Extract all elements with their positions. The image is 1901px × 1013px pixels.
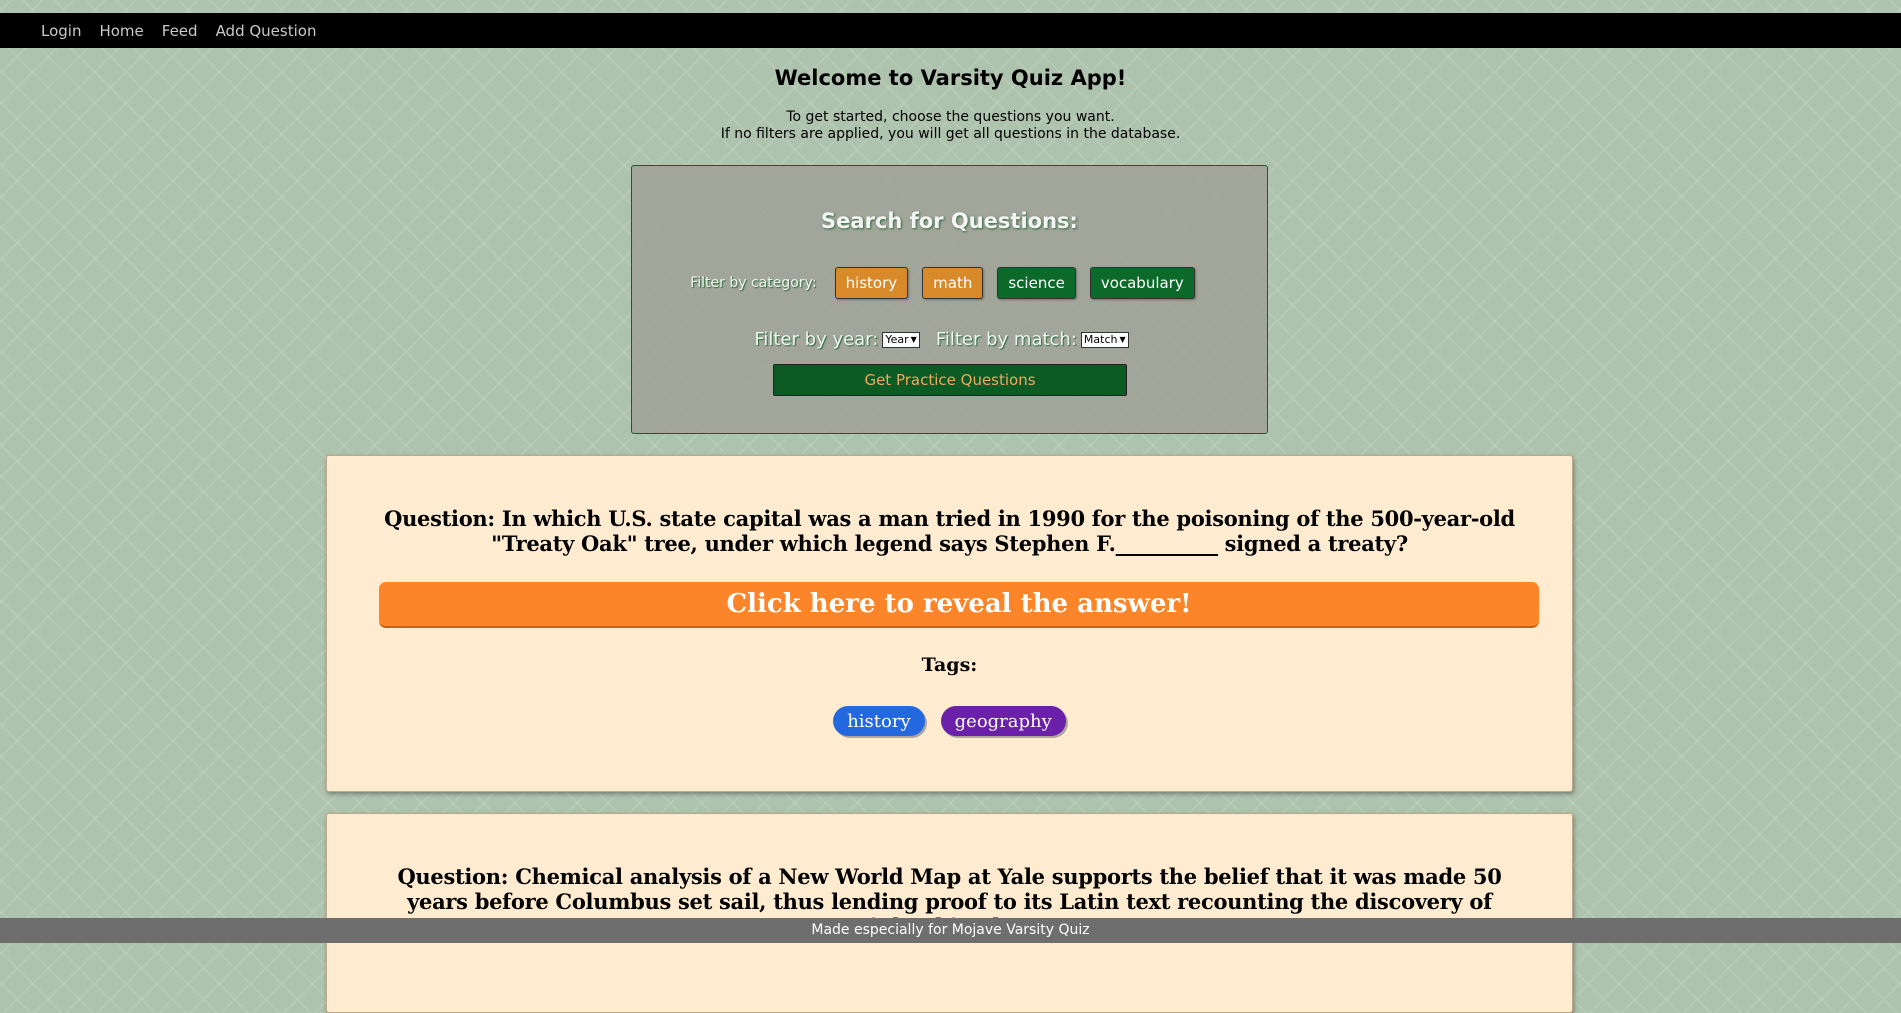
top-navbar: Login Home Feed Add Question <box>0 13 1901 48</box>
category-vocabulary-button[interactable]: vocabulary <box>1089 267 1195 299</box>
year-select-value: Year <box>885 333 909 346</box>
intro-line-1: To get started, choose the questions you… <box>786 109 1115 125</box>
page-footer: Made especially for Mojave Varsity Quiz <box>0 918 1901 943</box>
year-filter-label: Filter by year: <box>754 329 879 350</box>
tags-list: history geography <box>327 706 1572 736</box>
category-filter-label: Filter by category: <box>690 275 817 291</box>
question-card: Question: In which U.S. state capital wa… <box>326 455 1573 792</box>
category-history-button[interactable]: history <box>834 267 909 299</box>
nav-add-question-link[interactable]: Add Question <box>216 22 317 40</box>
tag-geography[interactable]: geography <box>940 706 1066 736</box>
nav-login-link[interactable]: Login <box>41 22 81 40</box>
year-select[interactable]: Year ▼ <box>882 331 920 348</box>
nav-feed-link[interactable]: Feed <box>162 22 198 40</box>
category-science-button[interactable]: science <box>997 267 1076 299</box>
match-filter-label: Filter by match: <box>935 329 1077 350</box>
category-math-button[interactable]: math <box>922 267 984 299</box>
tag-history[interactable]: history <box>833 706 925 736</box>
page-title: Welcome to Varsity Quiz App! <box>774 66 1127 90</box>
intro-text: To get started, choose the questions you… <box>0 109 1901 143</box>
question-text: Question: In which U.S. state capital wa… <box>384 506 1515 556</box>
nav-home-link[interactable]: Home <box>99 22 143 40</box>
question-card: Question: Chemical analysis of a New Wor… <box>326 813 1573 1013</box>
category-filter-row: Filter by category: history math science… <box>632 267 1267 299</box>
get-practice-questions-button[interactable]: Get Practice Questions <box>773 364 1127 396</box>
search-title: Search for Questions: <box>821 209 1078 233</box>
reveal-answer-button[interactable]: Click here to reveal the answer! <box>379 582 1539 628</box>
chevron-down-icon: ▼ <box>910 335 917 344</box>
match-select-value: Match <box>1083 333 1118 346</box>
chevron-down-icon: ▼ <box>1119 335 1126 344</box>
year-match-filter-row: Filter by year: Year ▼ Filter by match: … <box>632 329 1267 350</box>
tags-label: Tags: <box>921 654 978 676</box>
match-select[interactable]: Match ▼ <box>1080 331 1129 348</box>
intro-line-2: If no filters are applied, you will get … <box>720 126 1181 142</box>
search-panel: Search for Questions: Filter by category… <box>631 165 1268 434</box>
